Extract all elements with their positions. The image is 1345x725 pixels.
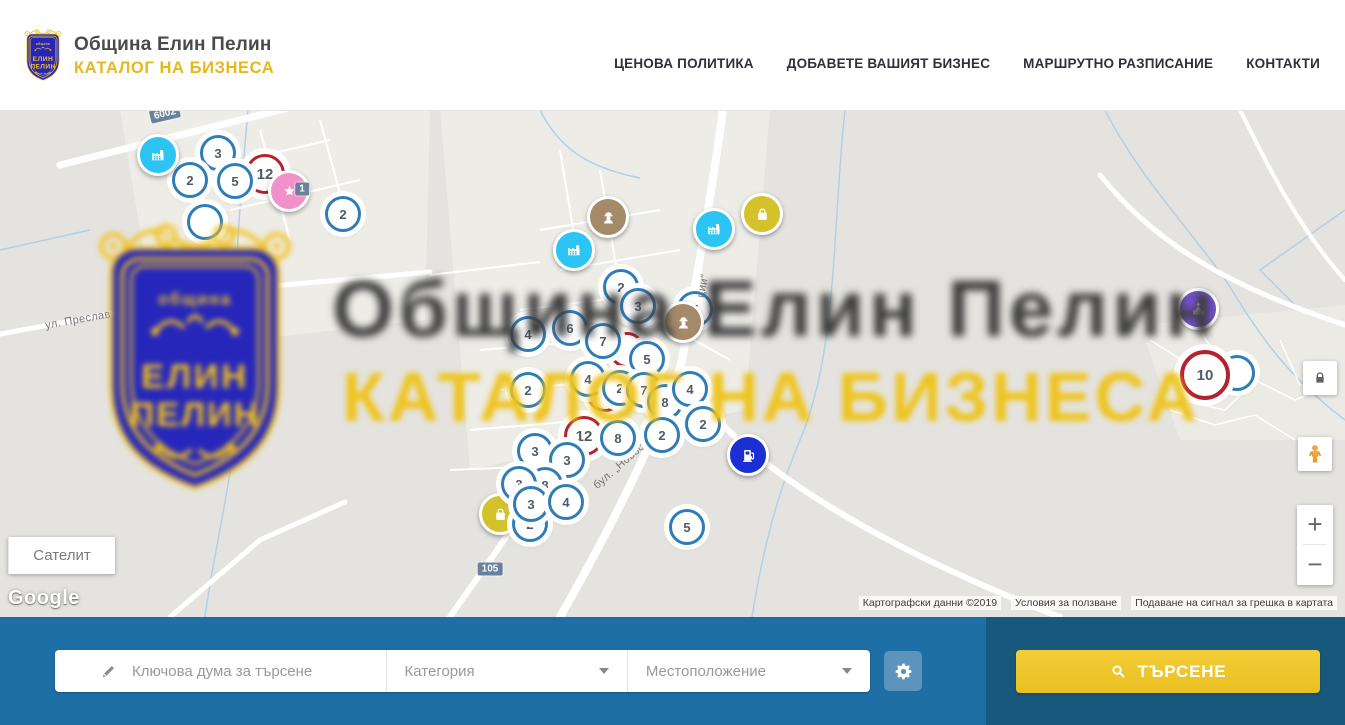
- location-select-value: Местоположение: [646, 663, 766, 680]
- pegman-icon: [1304, 443, 1326, 465]
- nav-route-schedule-link[interactable]: МАРШРУТНО РАЗПИСАНИЕ: [1023, 56, 1213, 71]
- map-type-control: Карта Сателит: [8, 537, 115, 574]
- category-select[interactable]: Категория: [386, 650, 627, 692]
- pegman-button[interactable]: [1298, 437, 1332, 471]
- map-cluster[interactable]: 3: [513, 486, 549, 522]
- search-button-label: ТЪРСЕНЕ: [1138, 662, 1227, 682]
- fuel-icon: [727, 434, 769, 476]
- zoom-control: + −: [1297, 505, 1333, 585]
- header-logo[interactable]: община ЕЛИН ПЕЛИН Община Елин Пелин КАТА…: [22, 27, 274, 83]
- cluster-count: 2: [339, 207, 346, 222]
- map-pin-factory[interactable]: [137, 134, 179, 176]
- cluster-count: 3: [214, 146, 221, 161]
- cluster-count: 2: [186, 173, 193, 188]
- map-cluster[interactable]: 4: [548, 484, 584, 520]
- attribution-terms-link[interactable]: Условия за ползване: [1011, 596, 1121, 610]
- header: община ЕЛИН ПЕЛИН Община Елин Пелин КАТА…: [0, 0, 1345, 111]
- map-attribution: Картографски данни ©2019 Условия за полз…: [859, 596, 1337, 610]
- search-field-group: Категория Местоположение: [55, 650, 870, 692]
- search-submit-button[interactable]: ТЪРСЕНЕ: [1016, 650, 1320, 693]
- main-nav: ЦЕНОВА ПОЛИТИКА ДОБАВЕТЕ ВАШИЯТ БИЗНЕС М…: [614, 0, 1320, 118]
- keyword-field: [55, 650, 386, 692]
- watermark-crest: община ЕЛИН ПЕЛИН: [86, 213, 304, 501]
- cluster-count: 3: [563, 453, 570, 468]
- nav-contacts-link[interactable]: КОНТАКТИ: [1246, 56, 1320, 71]
- cluster-count: 5: [231, 174, 238, 189]
- cluster-count: 4: [562, 495, 569, 510]
- crest-top-word: община: [158, 290, 232, 308]
- cluster-count: 3: [527, 497, 534, 512]
- factory-icon: [693, 208, 735, 250]
- map-pin-factory[interactable]: [693, 208, 735, 250]
- page: 1235222354675427842212823383234510600211…: [0, 0, 1345, 725]
- logo-text: Община Елин Пелин КАТАЛОГ НА БИЗНЕСА: [74, 27, 274, 78]
- municipality-crest-logo: община ЕЛИН ПЕЛИН: [22, 27, 64, 83]
- crest-top-word: община: [36, 42, 50, 46]
- keyword-search-input[interactable]: [130, 662, 344, 681]
- advanced-settings-button[interactable]: [884, 651, 922, 691]
- map-type-satellite-button[interactable]: Сателит: [8, 537, 115, 574]
- attribution-copyright: Картографски данни ©2019: [859, 596, 1001, 610]
- nav-pricing-link[interactable]: ЦЕНОВА ПОЛИТИКА: [614, 56, 754, 71]
- shopping-icon: [741, 193, 783, 235]
- crest-line1: ЕЛИН: [141, 358, 249, 396]
- watermark-subtitle: КАТАЛОГ НА БИЗНЕСА: [342, 357, 1200, 437]
- crest-line2: ПЕЛИН: [30, 63, 55, 70]
- search-bar: Категория Местоположение ТЪРСЕНЕ: [0, 617, 1345, 725]
- road-shield-label: 1: [295, 183, 309, 196]
- road-shield-label: 6002: [149, 110, 181, 124]
- map-cluster[interactable]: 5: [669, 509, 705, 545]
- lock-icon: [1312, 370, 1328, 386]
- cluster-count: 5: [683, 520, 690, 535]
- lock-button[interactable]: [1303, 361, 1337, 395]
- cluster-count: 3: [531, 444, 538, 459]
- search-icon: [1110, 663, 1127, 680]
- map-pin-fuel[interactable]: [727, 434, 769, 476]
- zoom-out-button[interactable]: −: [1297, 545, 1333, 584]
- factory-icon: [137, 134, 179, 176]
- crest-line1: ЕЛИН: [33, 56, 54, 63]
- chevron-down-icon: [599, 668, 609, 674]
- google-logo[interactable]: Google: [8, 587, 80, 610]
- nav-add-business-link[interactable]: ДОБАВЕТЕ ВАШИЯТ БИЗНЕС: [787, 56, 990, 71]
- pencil-icon: [100, 663, 117, 680]
- attribution-report-link[interactable]: Подаване на сигнал за грешка в картата: [1131, 596, 1337, 610]
- watermark-title: Община Елин Пелин: [332, 263, 1218, 355]
- category-select-value: Категория: [405, 663, 475, 680]
- map-cluster[interactable]: 5: [217, 163, 253, 199]
- crest-line2: ПЕЛИН: [130, 396, 261, 434]
- map-canvas[interactable]: 1235222354675427842212823383234510600211…: [0, 110, 1345, 617]
- road-shield-label: 105: [478, 563, 503, 576]
- map-cluster[interactable]: 3: [517, 433, 553, 469]
- site-subtitle: КАТАЛОГ НА БИЗНЕСА: [74, 59, 274, 78]
- zoom-in-button[interactable]: +: [1297, 505, 1333, 544]
- location-select[interactable]: Местоположение: [627, 650, 870, 692]
- gear-icon: [893, 661, 914, 682]
- chevron-down-icon: [842, 668, 852, 674]
- site-title: Община Елин Пелин: [74, 34, 274, 56]
- map-cluster[interactable]: 2: [325, 196, 361, 232]
- map-pin-shopping[interactable]: [741, 193, 783, 235]
